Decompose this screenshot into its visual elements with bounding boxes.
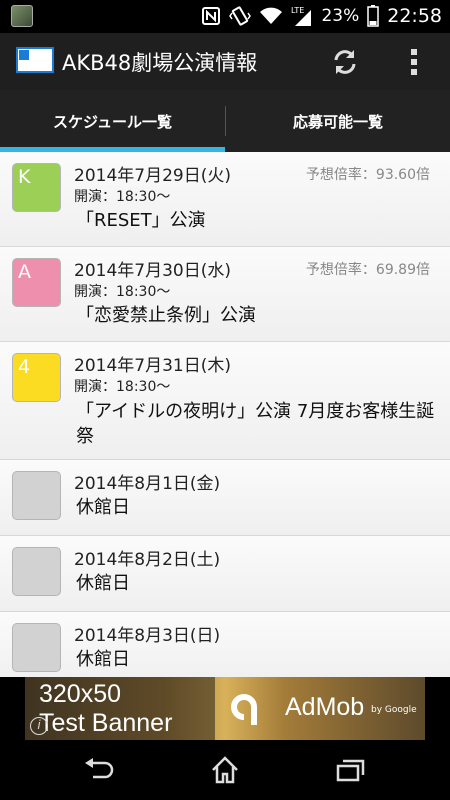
- ad-info-icon[interactable]: i: [30, 717, 48, 735]
- nfc-icon: [202, 7, 221, 25]
- clock: 22:58: [387, 5, 442, 27]
- battery-icon: [367, 5, 379, 27]
- team-badge-2: A: [12, 258, 61, 307]
- row-start-time: 開演：18:30〜: [74, 284, 171, 300]
- status-icons: LTE 23% 22:58: [201, 4, 442, 28]
- row-title: 「RESET」公演: [76, 210, 206, 231]
- schedule-row-6[interactable]: 2014年8月3日(日) 休館日: [0, 612, 450, 677]
- row-expected-rate: 予想倍率：69.89倍: [305, 262, 430, 278]
- schedule-row-4[interactable]: 2014年8月1日(金) 休館日: [0, 460, 450, 536]
- row-title: 「恋愛禁止条例」公演: [76, 305, 256, 326]
- row-date: 2014年8月1日(金): [74, 474, 221, 494]
- home-icon: [212, 756, 238, 784]
- wifi-icon: [260, 7, 283, 24]
- row-expected-rate: 予想倍率：93.60倍: [305, 167, 430, 183]
- row-start-time: 開演：18:30〜: [74, 379, 171, 395]
- app-notification-icon: [11, 5, 33, 27]
- overflow-menu-button[interactable]: [398, 43, 430, 81]
- row-date: 2014年7月29日(火): [74, 166, 231, 186]
- row-title: 休館日: [76, 649, 130, 670]
- row-date: 2014年7月31日(木): [74, 356, 231, 376]
- row-title: 休館日: [76, 497, 130, 518]
- recent-apps-button[interactable]: [330, 754, 370, 786]
- schedule-list[interactable]: K 2014年7月29日(火) 予想倍率：93.60倍 開演：18:30〜 「R…: [0, 152, 450, 677]
- app-title: AKB48劇場公演情報: [62, 51, 258, 75]
- row-date: 2014年8月3日(日): [74, 626, 221, 646]
- tab-bar: スケジュール一覧 応募可能一覧: [0, 90, 450, 152]
- vibrate-icon: [229, 6, 252, 26]
- svg-text:LTE: LTE: [291, 6, 304, 15]
- back-button[interactable]: [80, 754, 120, 786]
- ad-by-line: by Google: [371, 705, 417, 715]
- row-date: 2014年7月30日(水): [74, 261, 231, 281]
- team-badge-4: [12, 471, 61, 520]
- overflow-menu-icon: [411, 49, 417, 75]
- schedule-row-5[interactable]: 2014年8月2日(土) 休館日: [0, 536, 450, 612]
- ad-label: Test Banner: [39, 709, 173, 737]
- status-bar: LTE 23% 22:58: [0, 0, 450, 33]
- schedule-row-3[interactable]: 4 2014年7月31日(木) 開演：18:30〜 「アイドルの夜明け」公演 7…: [0, 342, 450, 460]
- battery-percent: 23%: [321, 6, 360, 26]
- navigation-bar: [0, 740, 450, 800]
- row-title: 休館日: [76, 573, 130, 594]
- app-logo-icon: [16, 47, 54, 73]
- team-badge-3: 4: [12, 353, 61, 402]
- schedule-row-1[interactable]: K 2014年7月29日(火) 予想倍率：93.60倍 開演：18:30〜 「R…: [0, 152, 450, 247]
- refresh-button[interactable]: [326, 43, 364, 81]
- schedule-row-2[interactable]: A 2014年7月30日(水) 予想倍率：69.89倍 開演：18:30〜 「恋…: [0, 247, 450, 342]
- ad-banner[interactable]: 320x50 Test Banner i AdMob by Google: [25, 677, 425, 740]
- team-badge-6: [12, 623, 61, 672]
- ad-brand: AdMob: [285, 693, 365, 721]
- team-badge-1: K: [12, 163, 61, 212]
- admob-logo-icon: [231, 694, 257, 725]
- refresh-icon: [334, 50, 356, 74]
- ad-size-text: 320x50: [39, 680, 122, 708]
- recent-apps-icon: [336, 759, 365, 782]
- row-date: 2014年8月2日(土): [74, 550, 221, 570]
- tab-applicable-list[interactable]: 応募可能一覧: [226, 90, 450, 152]
- home-button[interactable]: [205, 754, 245, 786]
- tab-schedule-list[interactable]: スケジュール一覧: [0, 90, 225, 152]
- back-icon: [85, 758, 114, 779]
- row-start-time: 開演：18:30〜: [74, 189, 171, 205]
- team-badge-5: [12, 547, 61, 596]
- action-bar: AKB48劇場公演情報: [0, 33, 450, 90]
- lte-signal-icon: LTE: [291, 6, 312, 26]
- row-title: 「アイドルの夜明け」公演 7月度お客様生誕祭: [76, 401, 435, 447]
